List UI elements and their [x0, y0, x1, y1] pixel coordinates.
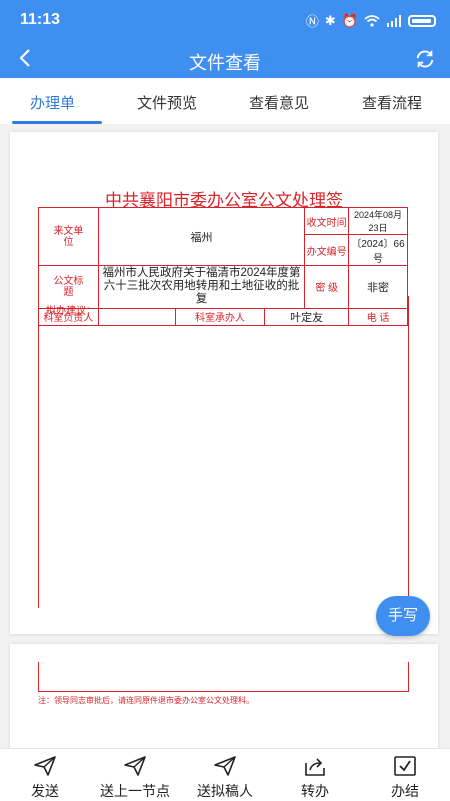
send-label: 发送 [31, 783, 59, 799]
complete-check-icon [394, 756, 416, 776]
received-time-label: 收文时间 [304, 207, 350, 235]
send-drafter-icon [214, 756, 236, 776]
form-border-right [408, 662, 409, 692]
bottom-action-bar: 发送 送上一节点 送拟稿人 转办 办结 [0, 748, 450, 801]
nfc-icon: Ⓝ [305, 14, 319, 29]
bluetooth-icon: ✱ [324, 12, 336, 28]
secret-level-label: 密 级 [304, 265, 350, 309]
tab-handling-form[interactable]: 办理单 [30, 92, 75, 113]
doc-number-label: 办文编号 [304, 234, 350, 266]
from-unit-label: 来文单位 [38, 207, 99, 266]
document-page: 中共襄阳市委办公室公文处理签 来文单位 福州 收文时间 2024年08月23日 … [10, 132, 438, 634]
document-page-2: 注：领导同志审批后，请连同原件退市委办公室公文处理科。 [10, 644, 438, 748]
phone-label: 电 话 [348, 307, 408, 326]
send-icon [34, 756, 56, 776]
send-previous-node-button[interactable]: 送上一节点 [95, 755, 175, 801]
dept-handler-label: 科室承办人 [174, 307, 266, 326]
doc-title-value: 福州市人民政府关于福清市2024年度第六十三批次农用地转用和土地征收的批复 [97, 265, 306, 309]
refresh-icon[interactable] [414, 48, 436, 70]
send-previous-node-label: 送上一节点 [100, 783, 170, 799]
tab-file-preview[interactable]: 文件预览 [137, 92, 197, 113]
signal-icon [387, 14, 401, 27]
send-to-drafter-button[interactable]: 送拟稿人 [185, 755, 265, 801]
from-unit-value: 福州 [97, 207, 306, 266]
form-border-right [408, 296, 409, 608]
forward-icon [305, 758, 325, 776]
page-title: 文件查看 [189, 53, 261, 73]
form-border-left [38, 296, 39, 608]
secret-level-value: 非密 [348, 265, 408, 309]
document-viewer[interactable]: 中共襄阳市委办公室公文处理签 来文单位 福州 收文时间 2024年08月23日 … [0, 124, 450, 748]
received-time-value: 2024年08月23日 [348, 207, 408, 235]
complete-button[interactable]: 办结 [365, 755, 445, 801]
title-bar: 文件查看 [0, 40, 450, 78]
wifi-icon [364, 14, 380, 27]
complete-label: 办结 [391, 783, 419, 799]
tab-view-opinions[interactable]: 查看意见 [249, 92, 309, 113]
dept-head-value [97, 307, 176, 326]
battery-icon [408, 14, 436, 27]
form-border-bottom [38, 691, 409, 692]
forward-label: 转办 [301, 783, 329, 799]
status-time: 11:13 [20, 11, 61, 28]
tab-bar: 办理单 文件预览 查看意见 查看流程 [0, 78, 450, 124]
tab-view-process[interactable]: 查看流程 [362, 92, 422, 113]
send-back-icon [124, 756, 146, 776]
status-icons: Ⓝ ✱ ⏰ [306, 11, 436, 30]
document-note: 注：领导同志审批后，请连同原件退市委办公室公文处理科。 [38, 696, 254, 705]
alarm-icon: ⏰ [341, 12, 358, 28]
handwrite-button[interactable]: 手写 [376, 596, 430, 636]
status-bar: 11:13 Ⓝ ✱ ⏰ [0, 0, 450, 40]
doc-number-value: 〔2024〕66号 [348, 234, 408, 266]
form-border-left [38, 662, 39, 692]
suggestion-label: 拟办建议： [46, 306, 96, 317]
dept-handler-value: 叶定友 [264, 307, 350, 326]
forward-button[interactable]: 转办 [275, 755, 355, 801]
send-to-drafter-label: 送拟稿人 [197, 783, 253, 799]
send-button[interactable]: 发送 [5, 755, 85, 801]
